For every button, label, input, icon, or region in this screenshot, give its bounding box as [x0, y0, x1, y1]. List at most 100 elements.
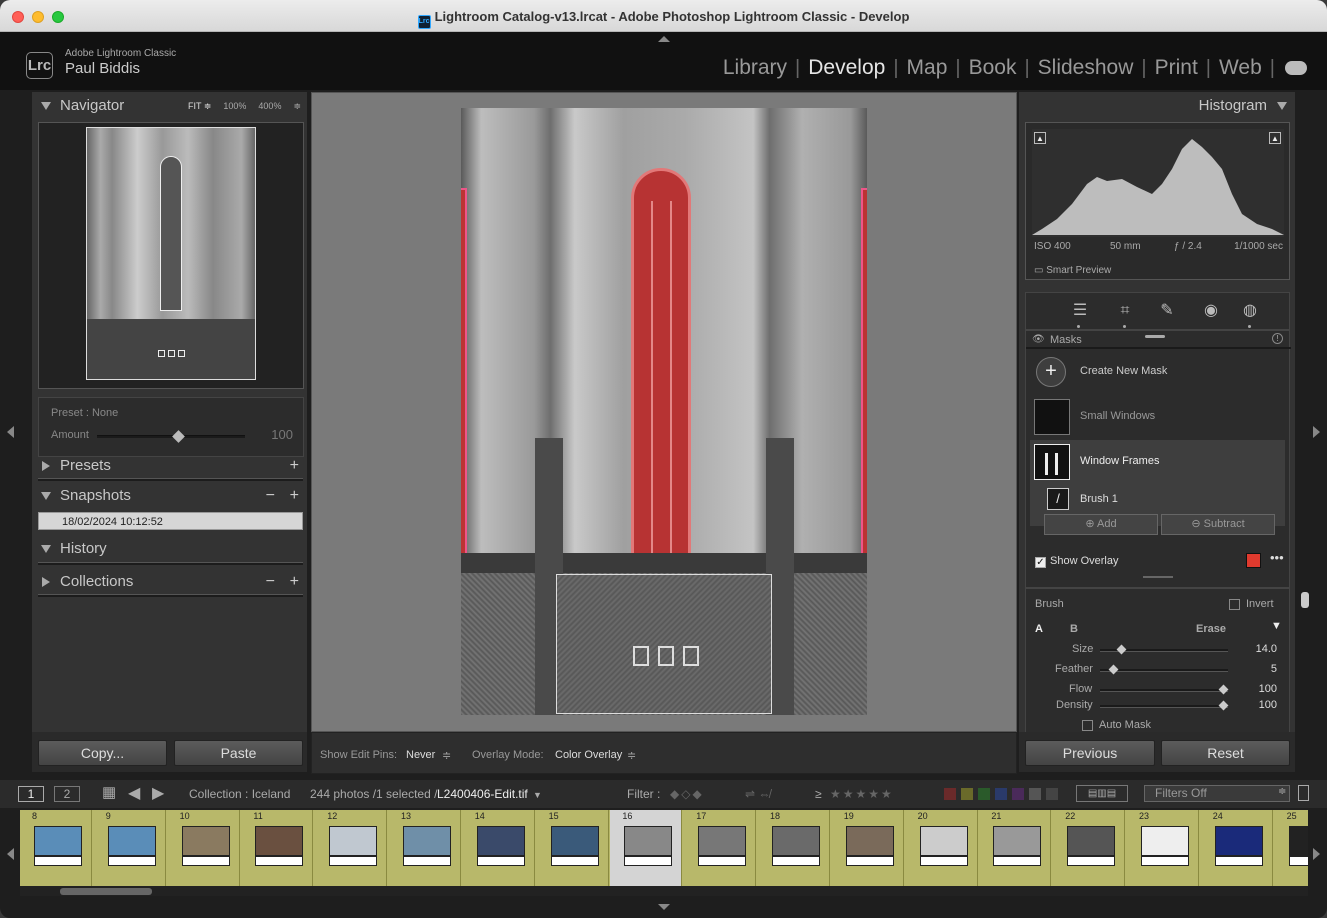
chevron-updown-icon[interactable]: ≑ [1278, 786, 1286, 797]
filmstrip-thumbnail[interactable] [34, 826, 82, 856]
filmstrip-thumbnail[interactable] [845, 826, 894, 856]
chevron-updown-icon[interactable]: ≑ [627, 749, 636, 762]
bottom-panel-toggle-icon[interactable] [658, 904, 670, 910]
visibility-eye-icon[interactable]: 👁 [1032, 334, 1045, 345]
filmstrip-cell[interactable]: 16 [610, 810, 683, 886]
top-panel-toggle-icon[interactable] [658, 36, 670, 42]
right-panel-toggle-icon[interactable] [1313, 426, 1320, 438]
grid-view-icon[interactable]: ▦ [102, 783, 116, 801]
paste-button[interactable]: Paste [174, 740, 303, 766]
density-slider-track[interactable] [1100, 705, 1228, 708]
right-panel-scrollbar[interactable] [1301, 592, 1309, 608]
invert-checkbox[interactable] [1229, 599, 1240, 610]
filmstrip-thumbnail[interactable] [624, 826, 673, 856]
filmstrip-cell[interactable]: 15 [537, 810, 609, 886]
color-filter-yellow[interactable] [961, 788, 973, 800]
color-filter-other[interactable] [1029, 788, 1041, 800]
create-new-mask-row[interactable]: + Create New Mask [1030, 350, 1285, 394]
add-collection-icon[interactable]: + [290, 568, 299, 596]
snapshot-item[interactable]: 18/02/2024 10:12:52 [38, 512, 303, 530]
zoom-stepper-icon[interactable]: ≑ [293, 92, 301, 120]
edit-filter-icons[interactable]: ⇌ ⇎ [745, 787, 770, 801]
filmstrip-cell[interactable]: 10 [168, 810, 240, 886]
main-image-area[interactable] [311, 92, 1017, 732]
filters-off-select[interactable]: Filters Off [1144, 785, 1290, 802]
red-eye-icon[interactable]: ◉ [1201, 301, 1221, 321]
color-filter-none[interactable] [1046, 788, 1058, 800]
module-print[interactable]: Print [1147, 56, 1206, 80]
info-icon[interactable]: ! [1272, 333, 1283, 344]
forward-arrow-icon[interactable]: ▶ [152, 783, 164, 803]
filmstrip-thumbnail[interactable] [1214, 826, 1263, 856]
filmstrip-cell[interactable]: 8 [20, 810, 92, 886]
filmstrip-thumbnail[interactable] [550, 826, 599, 856]
filmstrip-thumbnail[interactable] [329, 826, 378, 856]
copy-button[interactable]: Copy... [38, 740, 167, 766]
flow-slider-knob[interactable] [1218, 684, 1229, 695]
highlight-clipping-icon[interactable]: ▲ [1269, 132, 1281, 144]
filter-preset-icons[interactable]: ▤▥▤ [1076, 785, 1128, 802]
snapshots-header[interactable]: Snapshots − + [32, 482, 307, 510]
collections-header[interactable]: Collections − + [32, 568, 307, 596]
amount-slider-knob[interactable] [172, 430, 186, 443]
main-window-toggle[interactable]: 1 [18, 786, 44, 802]
mask-component-label[interactable]: Brush 1 [1080, 493, 1118, 505]
filmstrip-cell[interactable]: 11 [241, 810, 314, 886]
filmstrip-thumbnail[interactable] [476, 826, 525, 856]
filmstrip-scroll-track[interactable] [20, 886, 1308, 896]
cloud-sync-icon[interactable] [1285, 61, 1307, 75]
filmstrip-cell[interactable]: 18 [758, 810, 830, 886]
color-filter-green[interactable] [978, 788, 990, 800]
filmstrip-thumbnail[interactable] [698, 826, 747, 856]
filmstrip-cell[interactable]: 19 [832, 810, 904, 886]
mask-item-small-windows[interactable]: Small Windows [1030, 395, 1285, 439]
edit-sliders-icon[interactable]: ☰ [1070, 301, 1090, 321]
filmstrip-cell[interactable]: 22 [1053, 810, 1126, 886]
healing-icon[interactable]: ✎ [1157, 301, 1177, 321]
presets-header[interactable]: Presets + [32, 452, 307, 480]
filmstrip-cell[interactable]: 25 [1275, 810, 1308, 886]
back-arrow-icon[interactable]: ◀ [128, 783, 140, 803]
add-to-mask-button[interactable]: ⊕ Add [1044, 514, 1158, 535]
collection-source[interactable]: Collection : Iceland [189, 787, 290, 801]
filmstrip-cell[interactable]: 14 [463, 810, 535, 886]
crop-icon[interactable]: ⌗ [1115, 301, 1135, 321]
develop-photo[interactable] [461, 108, 867, 715]
filmstrip-thumbnail[interactable] [181, 826, 230, 856]
remove-collection-icon[interactable]: − [266, 568, 275, 596]
zoom-fit-option[interactable]: FIT ≑ [188, 92, 211, 120]
smart-preview-status[interactable]: ▭ Smart Preview [1034, 265, 1111, 276]
histogram-header[interactable]: Histogram [1019, 92, 1295, 120]
module-slideshow[interactable]: Slideshow [1030, 56, 1142, 80]
size-value[interactable]: 14.0 [1256, 643, 1277, 655]
density-value[interactable]: 100 [1259, 699, 1277, 711]
brush-tab-b[interactable]: B [1070, 623, 1078, 635]
shadow-clipping-icon[interactable]: ▲ [1034, 132, 1046, 144]
star-filter-icons[interactable]: ★★★★★ [830, 787, 894, 801]
filmstrip-scroll-thumb[interactable] [60, 888, 152, 895]
filmstrip-thumbnail[interactable] [1141, 826, 1189, 856]
amount-slider-track[interactable] [97, 435, 245, 438]
more-options-icon[interactable]: ••• [1270, 550, 1284, 565]
module-library[interactable]: Library [715, 56, 795, 80]
filmstrip-cell[interactable]: 17 [684, 810, 757, 886]
flow-value[interactable]: 100 [1259, 683, 1277, 695]
panel-drag-handle[interactable] [1145, 335, 1165, 338]
navigator-header[interactable]: Navigator FIT ≑ 100% 400% ≑ [32, 92, 307, 120]
flow-slider-track[interactable] [1100, 689, 1228, 692]
brush-tab-erase[interactable]: Erase [1196, 623, 1226, 635]
filmstrip-cell[interactable]: 9 [94, 810, 166, 886]
filmstrip-thumbnail[interactable] [403, 826, 451, 856]
remove-snapshot-icon[interactable]: − [266, 482, 275, 510]
selected-filename[interactable]: L2400406-Edit.tif [437, 787, 528, 801]
add-preset-icon[interactable]: + [290, 452, 299, 480]
feather-value[interactable]: 5 [1271, 663, 1277, 675]
left-panel-toggle-icon[interactable] [7, 426, 14, 438]
filmstrip-cell[interactable]: 24 [1201, 810, 1273, 886]
subtract-from-mask-button[interactable]: ⊖ Subtract [1161, 514, 1275, 535]
module-web[interactable]: Web [1211, 56, 1270, 80]
filter-lock-icon[interactable] [1298, 785, 1309, 801]
brush-tab-dropdown-icon[interactable]: ▼ [1271, 620, 1282, 632]
filmstrip-cell[interactable]: 20 [906, 810, 978, 886]
zoom-400-option[interactable]: 400% [258, 92, 281, 120]
